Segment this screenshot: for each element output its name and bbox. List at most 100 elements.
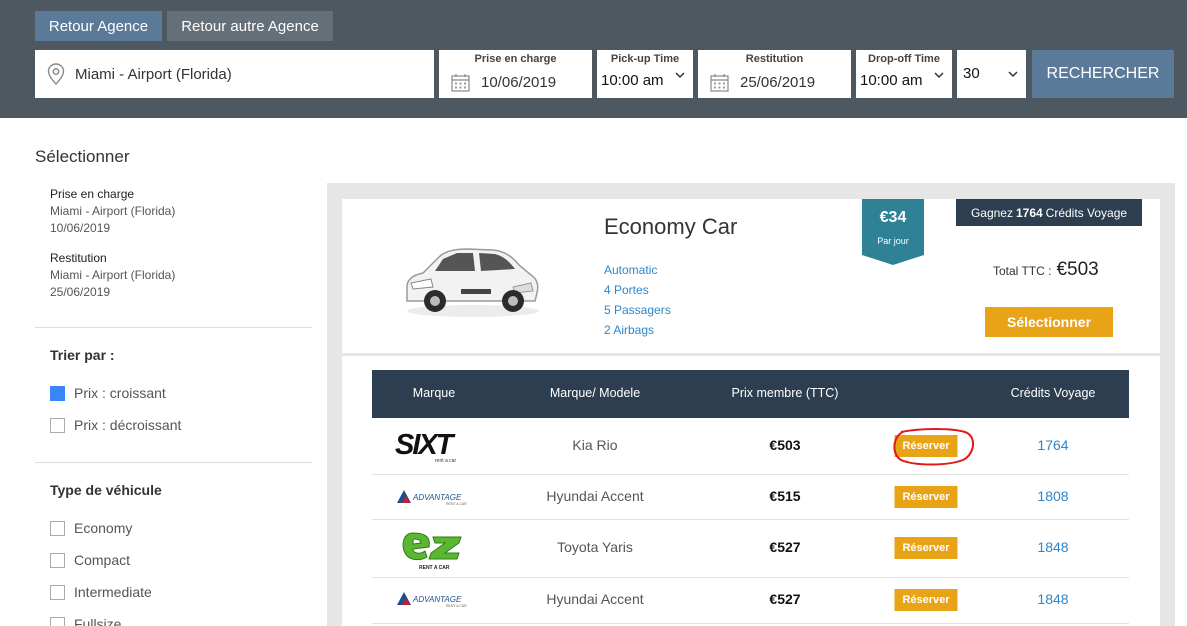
location-input[interactable]: Miami - Airport (Florida) bbox=[35, 50, 434, 98]
dropoff-time-label: Drop-off Time bbox=[868, 53, 940, 65]
total-price: Total TTC : €503 bbox=[993, 259, 1099, 281]
earn-prefix: Gagnez bbox=[970, 205, 1013, 220]
reserve-button[interactable]: Réserver bbox=[894, 537, 958, 559]
pickup-date-label: Prise en charge bbox=[474, 53, 557, 65]
search-button[interactable]: RECHERCHER bbox=[1032, 50, 1174, 98]
header-credits: Crédits Voyage bbox=[1010, 386, 1096, 400]
ez-logo: RENT A CAR bbox=[402, 532, 462, 571]
checkbox[interactable] bbox=[50, 520, 65, 536]
pickup-date-value: 10/06/2019 bbox=[481, 74, 557, 91]
return-summary: Restitution Miami - Airport (Florida) 25… bbox=[50, 250, 175, 301]
return-date-value: 25/06/2019 bbox=[740, 74, 816, 91]
location-value: Miami - Airport (Florida) bbox=[75, 65, 232, 83]
model-name: Kia Rio bbox=[572, 437, 618, 453]
vehicle-type-intermediate[interactable]: Intermediate bbox=[50, 584, 152, 600]
svg-text:RENT A CAR: RENT A CAR bbox=[446, 604, 467, 608]
driver-age-select[interactable]: 30 bbox=[957, 50, 1026, 98]
option-label: Prix : croissant bbox=[74, 385, 166, 401]
member-price: €515 bbox=[769, 488, 801, 504]
pickup-time-label: Pick-up Time bbox=[610, 53, 680, 65]
reserve-button[interactable]: Réserver bbox=[894, 589, 958, 611]
chevron-down-icon bbox=[934, 72, 944, 79]
sort-option-price-asc[interactable]: Prix : croissant bbox=[50, 385, 166, 401]
vehicle-type-economy[interactable]: Economy bbox=[50, 520, 132, 536]
checkbox[interactable] bbox=[50, 552, 65, 568]
checkbox[interactable] bbox=[50, 584, 65, 600]
table-row: RENT A CAR Toyota Yaris €527 Réserver 18… bbox=[372, 520, 1129, 578]
car-image bbox=[406, 248, 539, 317]
advantage-logo: ADVANTAGE RENT A CAR bbox=[397, 592, 467, 608]
travel-credits: 1808 bbox=[1037, 488, 1069, 504]
sixt-logo: SIXT rent a car bbox=[395, 429, 458, 464]
pickup-summary: Prise en charge Miami - Airport (Florida… bbox=[50, 186, 175, 237]
svg-text:RENT A CAR: RENT A CAR bbox=[419, 565, 450, 571]
sort-title: Trier par : bbox=[50, 347, 115, 363]
svg-text:rent a car: rent a car bbox=[435, 458, 456, 464]
travel-credits: 1848 bbox=[1037, 539, 1069, 555]
return-summary-place: Miami - Airport (Florida) bbox=[50, 268, 176, 282]
return-summary-heading: Restitution bbox=[50, 251, 107, 265]
member-price: €503 bbox=[769, 437, 801, 453]
svg-text:RENT A CAR: RENT A CAR bbox=[446, 502, 467, 506]
car-category-title: Economy Car bbox=[604, 214, 738, 239]
model-name: Hyundai Accent bbox=[546, 591, 644, 607]
vehicle-type-fullsize[interactable]: Fullsize bbox=[50, 616, 121, 626]
return-date-field[interactable]: Restitution 25/06/2019 bbox=[698, 50, 851, 98]
calendar-icon bbox=[451, 74, 470, 92]
table-row: ADVANTAGE RENT A CAR Hyundai Accent €515… bbox=[372, 475, 1129, 520]
option-label: Compact bbox=[74, 552, 131, 568]
reserve-button[interactable]: Réserver bbox=[894, 486, 958, 508]
pickup-time-select[interactable]: Pick-up Time 10:00 am bbox=[597, 50, 693, 98]
pickup-summary-heading: Prise en charge bbox=[50, 187, 135, 201]
total-amount: €503 bbox=[1056, 259, 1099, 280]
svg-text:SIXT: SIXT bbox=[395, 429, 456, 461]
sidebar-title: Sélectionner bbox=[35, 147, 130, 166]
option-label: Prix : décroissant bbox=[74, 417, 182, 433]
table-header: Marque Marque/ Modele Prix membre (TTC) … bbox=[372, 370, 1129, 418]
dropoff-time-select[interactable]: Drop-off Time 10:00 am bbox=[856, 50, 952, 98]
driver-age-value: 30 bbox=[963, 65, 980, 82]
checkbox[interactable] bbox=[50, 385, 65, 401]
per-day-price: €34 bbox=[879, 209, 907, 226]
vehicle-type-title: Type de véhicule bbox=[50, 482, 162, 498]
header-brand: Marque bbox=[412, 386, 456, 400]
checkbox[interactable] bbox=[50, 417, 65, 433]
tab-retour-autre-agence[interactable]: Retour autre Agence bbox=[167, 11, 333, 41]
select-button[interactable]: Sélectionner bbox=[985, 307, 1113, 337]
sort-option-price-desc[interactable]: Prix : décroissant bbox=[50, 417, 181, 433]
pickup-summary-place: Miami - Airport (Florida) bbox=[50, 204, 176, 218]
table-row: ADVANTAGE RENT A CAR Hyundai Accent €527… bbox=[372, 578, 1129, 624]
calendar-icon bbox=[710, 74, 729, 92]
option-label: Fullsize bbox=[74, 616, 122, 626]
chevron-down-icon bbox=[675, 72, 685, 79]
option-label: Intermediate bbox=[74, 584, 152, 600]
travel-credits: 1764 bbox=[1037, 437, 1069, 453]
feature-airbags: 2 Airbags bbox=[604, 323, 655, 337]
vehicle-type-compact[interactable]: Compact bbox=[50, 552, 130, 568]
return-date-label: Restitution bbox=[745, 53, 804, 65]
earn-suffix: Crédits Voyage bbox=[1045, 205, 1128, 220]
svg-text:ADVANTAGE: ADVANTAGE bbox=[412, 493, 462, 502]
model-name: Hyundai Accent bbox=[546, 488, 644, 504]
pickup-summary-date: 10/06/2019 bbox=[50, 221, 111, 235]
location-pin-icon bbox=[47, 63, 65, 85]
advantage-logo: ADVANTAGE RENT A CAR bbox=[397, 490, 467, 506]
dropoff-time-value: 10:00 am bbox=[860, 72, 923, 89]
tab-retour-agence[interactable]: Retour Agence bbox=[35, 11, 162, 41]
chevron-down-icon bbox=[1008, 71, 1018, 78]
option-label: Economy bbox=[74, 520, 133, 536]
per-day-label: Par jour bbox=[877, 236, 909, 246]
svg-text:ADVANTAGE: ADVANTAGE bbox=[412, 595, 462, 604]
checkbox[interactable] bbox=[50, 616, 65, 626]
divider bbox=[35, 462, 312, 463]
feature-transmission: Automatic bbox=[604, 263, 658, 277]
pickup-date-field[interactable]: Prise en charge 10/06/2019 bbox=[439, 50, 592, 98]
member-price: €527 bbox=[769, 539, 801, 555]
travel-credits: 1848 bbox=[1037, 591, 1069, 607]
total-label: Total TTC : bbox=[993, 264, 1052, 278]
earn-amount: 1764 bbox=[1015, 205, 1043, 220]
header-price: Prix membre (TTC) bbox=[731, 386, 839, 400]
earn-credits-banner: Gagnez 1764 Crédits Voyage bbox=[956, 199, 1142, 226]
return-summary-date: 25/06/2019 bbox=[50, 285, 111, 299]
member-price: €527 bbox=[769, 591, 801, 607]
